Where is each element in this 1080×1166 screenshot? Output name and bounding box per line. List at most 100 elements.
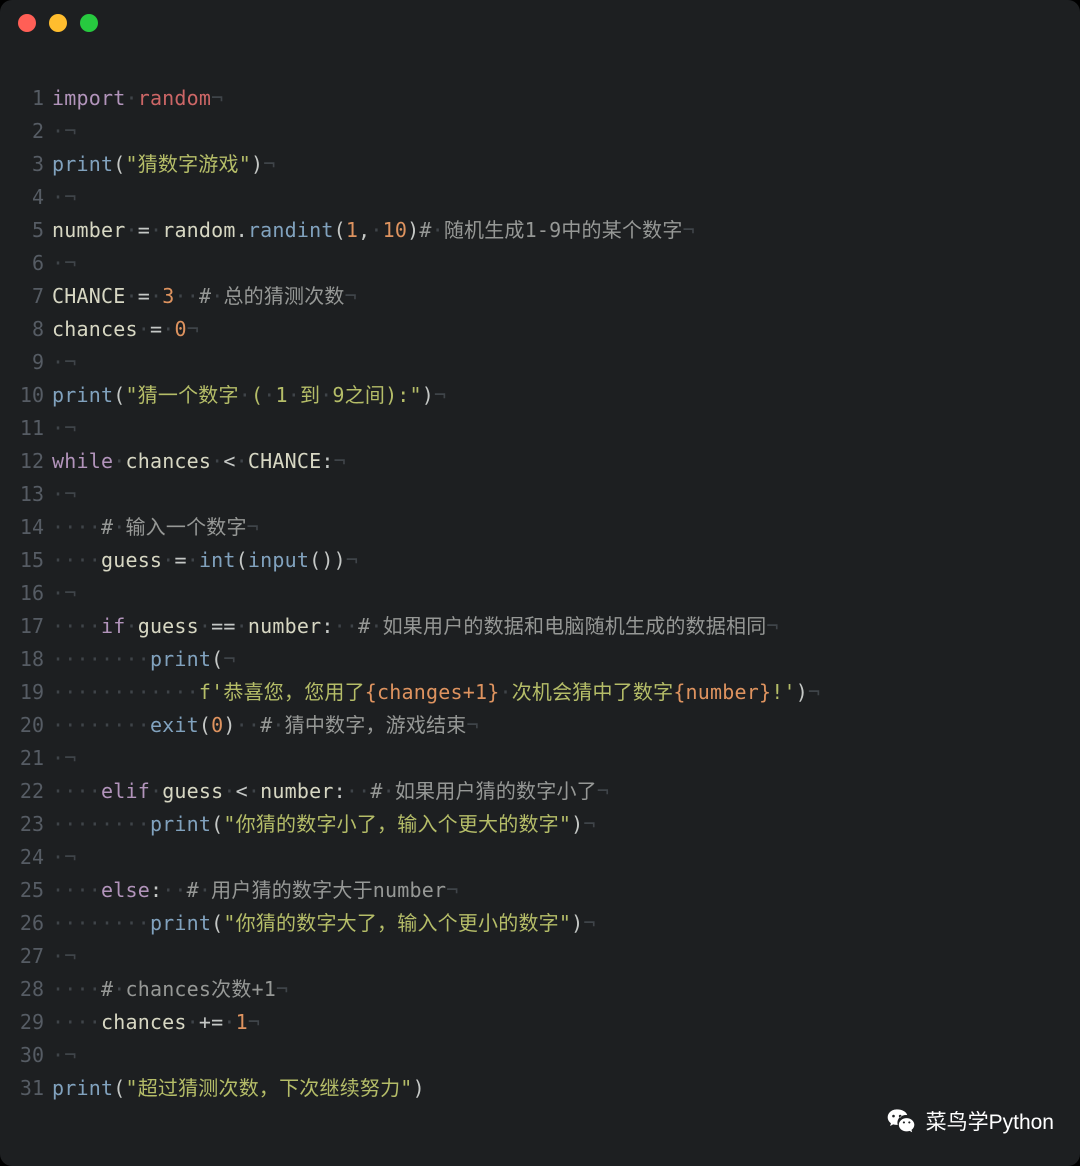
line-number: 13 — [0, 482, 52, 506]
code-line[interactable]: 26········print("你猜的数字大了，输入个更小的数字")¬ — [0, 907, 1080, 940]
code-content[interactable]: ····if·guess·==·number:··#·如果用户的数据和电脑随机生… — [52, 610, 779, 643]
code-line[interactable]: 8chances·=·0¬ — [0, 313, 1080, 346]
code-content[interactable]: ·¬ — [52, 346, 76, 379]
code-line[interactable]: 11·¬ — [0, 412, 1080, 445]
code-line[interactable]: 21·¬ — [0, 742, 1080, 775]
code-content[interactable]: ····#·chances次数+1¬ — [52, 973, 288, 1006]
code-line[interactable]: 4·¬ — [0, 181, 1080, 214]
code-content[interactable]: ·¬ — [52, 577, 76, 610]
minimize-icon[interactable] — [49, 14, 67, 32]
line-number: 1 — [0, 86, 52, 110]
line-number: 27 — [0, 944, 52, 968]
code-content[interactable]: ····elif·guess·<·number:··#·如果用户猜的数字小了¬ — [52, 775, 609, 808]
code-editor-window: 1import·random¬2·¬3print("猜数字游戏")¬4·¬5nu… — [0, 0, 1080, 1166]
code-line[interactable]: 23········print("你猜的数字小了，输入个更大的数字")¬ — [0, 808, 1080, 841]
line-number: 23 — [0, 812, 52, 836]
code-content[interactable]: ·¬ — [52, 115, 76, 148]
code-line[interactable]: 3print("猜数字游戏")¬ — [0, 148, 1080, 181]
line-number: 19 — [0, 680, 52, 704]
code-line[interactable]: 10print("猜一个数字·(·1·到·9之间):")¬ — [0, 379, 1080, 412]
code-line[interactable]: 24·¬ — [0, 841, 1080, 874]
close-icon[interactable] — [18, 14, 36, 32]
code-content[interactable]: ········print(¬ — [52, 643, 236, 676]
code-line[interactable]: 6·¬ — [0, 247, 1080, 280]
code-content[interactable]: ····chances·+=·1¬ — [52, 1006, 260, 1039]
code-line[interactable]: 2·¬ — [0, 115, 1080, 148]
code-content[interactable]: ·¬ — [52, 478, 76, 511]
line-number: 10 — [0, 383, 52, 407]
code-line[interactable]: 16·¬ — [0, 577, 1080, 610]
line-number: 30 — [0, 1043, 52, 1067]
line-number: 15 — [0, 548, 52, 572]
line-number: 26 — [0, 911, 52, 935]
line-number: 14 — [0, 515, 52, 539]
line-number: 5 — [0, 218, 52, 242]
code-content[interactable]: ········print("你猜的数字小了，输入个更大的数字")¬ — [52, 808, 596, 841]
code-line[interactable]: 28····#·chances次数+1¬ — [0, 973, 1080, 1006]
code-content[interactable]: ·¬ — [52, 940, 76, 973]
line-number: 22 — [0, 779, 52, 803]
line-number: 24 — [0, 845, 52, 869]
code-line[interactable]: 1import·random¬ — [0, 82, 1080, 115]
line-number: 6 — [0, 251, 52, 275]
code-line[interactable]: 22····elif·guess·<·number:··#·如果用户猜的数字小了… — [0, 775, 1080, 808]
code-content[interactable]: ········exit(0)··#·猜中数字，游戏结束¬ — [52, 709, 479, 742]
code-line[interactable]: 20········exit(0)··#·猜中数字，游戏结束¬ — [0, 709, 1080, 742]
watermark-text: 菜鸟学Python — [926, 1106, 1054, 1136]
code-content[interactable]: ·¬ — [52, 247, 76, 280]
line-number: 12 — [0, 449, 52, 473]
code-line[interactable]: 17····if·guess·==·number:··#·如果用户的数据和电脑随… — [0, 610, 1080, 643]
line-number: 28 — [0, 977, 52, 1001]
code-line[interactable]: 25····else:··#·用户猜的数字大于number¬ — [0, 874, 1080, 907]
code-line[interactable]: 13·¬ — [0, 478, 1080, 511]
code-content[interactable]: ·¬ — [52, 841, 76, 874]
code-line[interactable]: 15····guess·=·int(input())¬ — [0, 544, 1080, 577]
code-content[interactable]: ·¬ — [52, 1039, 76, 1072]
line-number: 4 — [0, 185, 52, 209]
code-line[interactable]: 29····chances·+=·1¬ — [0, 1006, 1080, 1039]
titlebar — [0, 0, 1080, 46]
line-number: 21 — [0, 746, 52, 770]
code-content[interactable]: print("超过猜测次数，下次继续努力") — [52, 1072, 425, 1105]
code-content[interactable]: number·=·random.randint(1,·10)#·随机生成1-9中… — [52, 214, 695, 247]
line-number: 8 — [0, 317, 52, 341]
code-content[interactable]: chances·=·0¬ — [52, 313, 199, 346]
code-content[interactable]: ·¬ — [52, 412, 76, 445]
line-number: 2 — [0, 119, 52, 143]
code-line[interactable]: 12while·chances·<·CHANCE:¬ — [0, 445, 1080, 478]
code-content[interactable]: ····guess·=·int(input())¬ — [52, 544, 358, 577]
code-content[interactable]: ············f'恭喜您，您用了{changes+1}·次机会猜中了数… — [52, 676, 820, 709]
code-line[interactable]: 5number·=·random.randint(1,·10)#·随机生成1-9… — [0, 214, 1080, 247]
code-content[interactable]: while·chances·<·CHANCE:¬ — [52, 445, 346, 478]
line-number: 31 — [0, 1076, 52, 1100]
code-content[interactable]: ····#·输入一个数字¬ — [52, 511, 259, 544]
wechat-icon — [886, 1106, 916, 1136]
watermark: 菜鸟学Python — [886, 1106, 1054, 1136]
code-content[interactable]: print("猜一个数字·(·1·到·9之间):")¬ — [52, 379, 446, 412]
code-line[interactable]: 7CHANCE·=·3··#·总的猜测次数¬ — [0, 280, 1080, 313]
line-number: 16 — [0, 581, 52, 605]
code-content[interactable]: ·¬ — [52, 181, 76, 214]
code-line[interactable]: 19············f'恭喜您，您用了{changes+1}·次机会猜中… — [0, 676, 1080, 709]
code-line[interactable]: 9·¬ — [0, 346, 1080, 379]
line-number: 29 — [0, 1010, 52, 1034]
line-number: 25 — [0, 878, 52, 902]
code-content[interactable]: ·¬ — [52, 742, 76, 775]
code-line[interactable]: 31print("超过猜测次数，下次继续努力") — [0, 1072, 1080, 1105]
line-number: 20 — [0, 713, 52, 737]
code-content[interactable]: import·random¬ — [52, 82, 223, 115]
code-line[interactable]: 18········print(¬ — [0, 643, 1080, 676]
code-line[interactable]: 27·¬ — [0, 940, 1080, 973]
code-line[interactable]: 14····#·输入一个数字¬ — [0, 511, 1080, 544]
line-number: 11 — [0, 416, 52, 440]
maximize-icon[interactable] — [80, 14, 98, 32]
line-number: 18 — [0, 647, 52, 671]
code-content[interactable]: print("猜数字游戏")¬ — [52, 148, 275, 181]
code-editor[interactable]: 1import·random¬2·¬3print("猜数字游戏")¬4·¬5nu… — [0, 46, 1080, 1105]
line-number: 3 — [0, 152, 52, 176]
code-content[interactable]: ········print("你猜的数字大了，输入个更小的数字")¬ — [52, 907, 596, 940]
code-content[interactable]: ····else:··#·用户猜的数字大于number¬ — [52, 874, 458, 907]
code-line[interactable]: 30·¬ — [0, 1039, 1080, 1072]
code-content[interactable]: CHANCE·=·3··#·总的猜测次数¬ — [52, 280, 357, 313]
line-number: 9 — [0, 350, 52, 374]
